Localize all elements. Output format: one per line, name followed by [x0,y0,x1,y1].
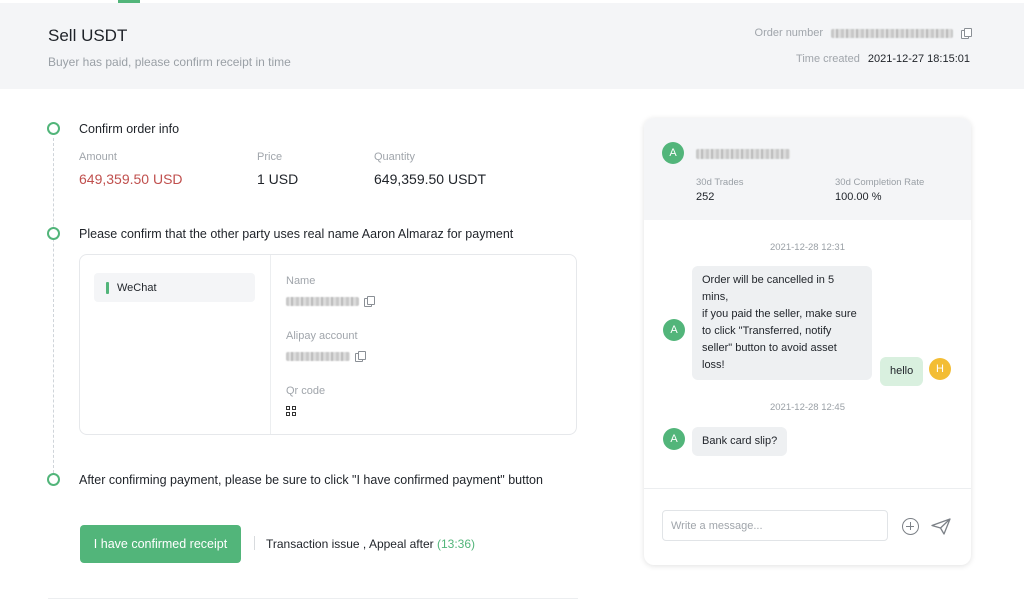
message-input[interactable] [662,510,888,541]
order-header: Sell USDT Buyer has paid, please confirm… [0,3,1024,89]
card-divider [270,255,271,434]
message-line: Order will be cancelled in 5 mins, [702,274,835,303]
amount-info: Amount 649,359.50 USD [79,151,183,187]
action-separator [254,536,255,550]
user-avatar: H [929,358,951,380]
completion-label: 30d Completion Rate [835,177,925,188]
appeal-text: Transaction issue , Appeal after [266,537,437,551]
qr-label: Qr code [286,385,326,397]
appeal-countdown: (13:36) [436,537,476,551]
name-label: Name [286,275,316,287]
qr-value-row [286,405,325,417]
step-indicator-1 [47,122,60,135]
chat-footer-divider [644,488,971,489]
message-line: if you paid the seller, make sure [702,308,857,320]
message-timestamp: 2021-12-28 12:45 [769,402,845,413]
appeal-notice: Transaction issue , Appeal after (13:36) [266,537,475,551]
payment-details-card: WeChat Name Alipay account Qr code [79,254,577,435]
amount-label: Amount [79,151,117,163]
selected-indicator [106,281,109,294]
timeline-line [53,138,54,478]
account-value-redacted [286,351,350,361]
account-label: Alipay account [286,330,358,342]
chat-header: A 30d Trades 252 30d Completion Rate 100… [644,118,971,220]
trades-value: 252 [696,191,715,203]
trades-label: 30d Trades [696,177,744,188]
time-created-row: Time created 2021-12-27 18:15:01 [796,53,970,65]
confirm-receipt-button[interactable]: I have confirmed receipt [80,525,241,563]
paper-plane-icon[interactable] [931,518,951,535]
page-subtitle: Buyer has paid, please confirm receipt i… [48,55,291,69]
counterparty-name-redacted [696,149,790,159]
price-value: 1 USD [257,171,299,187]
order-number-row: Order number [754,27,972,39]
my-message-bubble: hello [880,357,924,386]
qr-field: Qr code [286,385,325,417]
message-timestamp: 2021-12-28 12:31 [769,242,845,253]
amount-value: 649,359.50 USD [79,171,183,187]
quantity-info: Quantity 649,359.50 USDT [374,151,486,187]
time-created-label: Time created [796,53,860,65]
copy-icon[interactable] [355,351,366,362]
step-indicator-3 [47,473,60,486]
message-bubble: Bank card slip? [692,427,788,456]
name-value-redacted [286,296,359,306]
quantity-label: Quantity [374,151,415,163]
step-1-title: Confirm order info [79,122,180,136]
qr-code-icon[interactable] [286,406,296,416]
bottom-divider [48,598,578,599]
account-field: Alipay account [286,330,366,362]
payment-method-tab[interactable]: WeChat [94,273,255,302]
step-indicator-2 [47,227,60,240]
copy-icon[interactable] [364,296,375,307]
counterparty-avatar: A [663,319,685,341]
price-info: Price 1 USD [257,151,298,187]
name-value-row [286,295,375,307]
account-value-row [286,350,366,362]
price-label: Price [257,151,283,163]
completion-value: 100.00 % [835,191,882,203]
payment-method-label: WeChat [117,281,157,294]
order-number-label: Order number [754,27,823,39]
counterparty-avatar: A [663,428,685,450]
step-2-title: Please confirm that the other party uses… [79,227,514,241]
page-title: Sell USDT [48,26,128,45]
step-3-title: After confirming payment, please be sure… [79,473,543,487]
chat-panel: A 30d Trades 252 30d Completion Rate 100… [644,118,971,565]
quantity-value: 649,359.50 USDT [374,171,487,187]
message-bubble: Order will be cancelled in 5 mins, if yo… [692,266,872,380]
counterparty-avatar: A [662,142,684,164]
message-line: to click "Transferred, notify [702,325,832,337]
copy-icon[interactable] [961,28,972,39]
time-created-value: 2021-12-27 18:15:01 [867,53,970,65]
message-line: seller" button to avoid asset loss! [702,342,837,371]
name-field: Name [286,275,375,307]
order-number-value-redacted [831,28,953,38]
plus-circle-icon[interactable] [902,518,919,535]
